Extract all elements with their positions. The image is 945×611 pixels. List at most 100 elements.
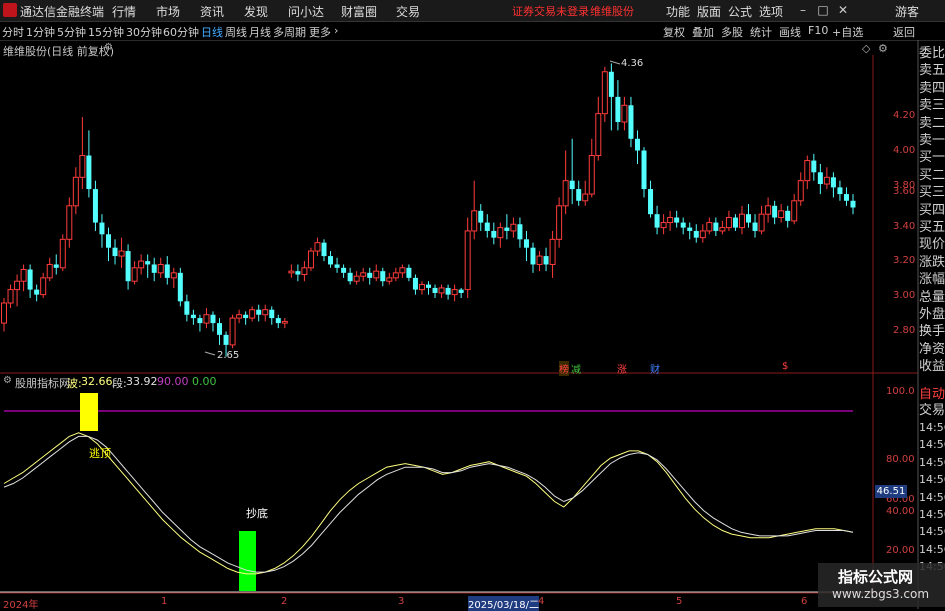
event-tag-finance[interactable]: 财 — [650, 361, 660, 376]
quote-panel-item[interactable]: 买二 — [919, 168, 945, 183]
bottom-signal-label: 抄底 — [246, 507, 268, 520]
candle-body — [164, 264, 170, 278]
candle-body — [621, 104, 628, 123]
candle-body — [145, 261, 151, 265]
indicator-y-tick: 80.00 — [886, 454, 915, 465]
y-tick-label: 2.80 — [893, 325, 916, 336]
candle-body — [314, 242, 321, 252]
y-tick-label: 4.00 — [893, 145, 916, 156]
candle-body — [307, 250, 314, 269]
candle-body — [40, 277, 47, 296]
candle-body — [576, 189, 582, 201]
candle-body — [817, 172, 823, 185]
event-tag-reduce[interactable]: 减 — [571, 361, 581, 376]
candle-body — [562, 180, 569, 207]
quote-panel-item[interactable]: 净资 — [919, 342, 945, 357]
segment-value: 33.92 — [126, 375, 158, 388]
candle-body — [772, 205, 778, 218]
quote-panel-item[interactable]: 收益 — [919, 359, 945, 374]
candle-body — [667, 217, 674, 224]
candle-body — [648, 189, 654, 215]
candle-body — [386, 277, 393, 282]
level-high-value: 90.00 — [157, 375, 189, 388]
x-tick-label: 3 — [398, 596, 405, 607]
candle-body — [536, 255, 543, 265]
candle-body — [517, 224, 523, 240]
quote-panel-item[interactable]: 买五 — [919, 220, 945, 235]
candle-body — [190, 314, 196, 319]
tick-time: 14:56 — [919, 421, 945, 434]
quote-panel-item[interactable]: 买四 — [919, 203, 945, 218]
candle-body — [236, 314, 243, 319]
candle-body — [484, 222, 490, 231]
indicator-settings-icon[interactable]: ⚙ — [3, 375, 12, 386]
candle-body — [418, 284, 425, 291]
candle-body — [582, 193, 589, 202]
candle-body — [392, 272, 399, 279]
candle-body — [504, 227, 510, 231]
panel-auto[interactable]: 自动 — [919, 387, 945, 402]
quote-panel-item[interactable]: 涨幅 — [919, 272, 945, 287]
candle-body — [451, 289, 458, 296]
candle-body — [79, 155, 86, 178]
candle-body — [138, 260, 145, 269]
watermark-url: www.zbgs3.com — [832, 587, 930, 601]
level-low-value: 0.00 — [192, 375, 217, 388]
quote-panel-item[interactable]: 外盘 — [919, 307, 945, 322]
candle-body — [347, 272, 353, 282]
chart-canvas[interactable] — [0, 0, 945, 609]
quote-panel-item[interactable]: 涨跌 — [919, 255, 945, 270]
candle-body — [92, 189, 98, 223]
indicator-y-tick: 20.00 — [886, 545, 915, 556]
candle-body — [157, 263, 164, 274]
candle-body — [765, 205, 772, 215]
watermark-title: 指标公式网 — [838, 568, 914, 586]
quote-panel-item[interactable]: 现价 — [919, 237, 945, 252]
candle-body — [105, 234, 111, 248]
candle-body — [601, 71, 608, 115]
x-tick-label: 6 — [801, 596, 808, 607]
indicator-y-tick: 40.00 — [886, 506, 915, 517]
candle-body — [654, 214, 660, 228]
candle-body — [53, 264, 59, 268]
candle-body — [243, 314, 249, 319]
candle-body — [229, 317, 236, 346]
quote-panel-item[interactable]: 买三 — [919, 185, 945, 200]
wave-value: 32.66 — [81, 375, 113, 388]
current-value-tag: 46.51 — [875, 485, 907, 498]
candle-body — [217, 323, 223, 335]
event-tag-rank[interactable]: 榜 — [559, 361, 569, 376]
candle-body — [341, 267, 347, 273]
quote-panel-item[interactable]: 卖三 — [919, 98, 945, 113]
candle-body — [830, 177, 836, 188]
candle-body — [510, 223, 517, 232]
quote-panel-item[interactable]: 委比 — [919, 46, 945, 61]
candle-body — [615, 96, 621, 123]
event-tag-limit-up[interactable]: 涨 — [617, 361, 627, 376]
candle-body — [569, 180, 575, 190]
tick-time: 14:56 — [919, 438, 945, 452]
y-tick-label: 3.60 — [893, 186, 916, 197]
candle-body — [588, 155, 595, 195]
panel-trade[interactable]: 交易 — [919, 403, 945, 418]
quote-panel-item[interactable]: 卖一 — [919, 133, 945, 148]
candle-body — [438, 287, 445, 294]
event-tag-dollar[interactable]: $ — [782, 361, 788, 372]
quote-panel-item[interactable]: 卖二 — [919, 116, 945, 131]
quote-panel-item[interactable]: 换手 — [919, 324, 945, 339]
candle-body — [328, 256, 334, 265]
tick-time: 14:56 — [919, 490, 945, 504]
quote-panel-item[interactable]: 总量 — [919, 290, 945, 305]
candle-body — [275, 318, 281, 324]
candle-body — [706, 222, 713, 232]
candle-body — [360, 272, 367, 277]
candle-body — [151, 264, 157, 273]
quote-panel-item[interactable]: 卖四 — [919, 81, 945, 96]
quote-panel-item[interactable]: 卖五 — [919, 63, 945, 78]
candle-body — [131, 267, 138, 282]
tick-time: 14:56 — [919, 542, 945, 556]
quote-panel-item[interactable]: 买一 — [919, 150, 945, 165]
candle-body — [641, 150, 647, 190]
y-tick-label: 3.00 — [893, 290, 916, 301]
candlestick-series — [1, 63, 856, 357]
